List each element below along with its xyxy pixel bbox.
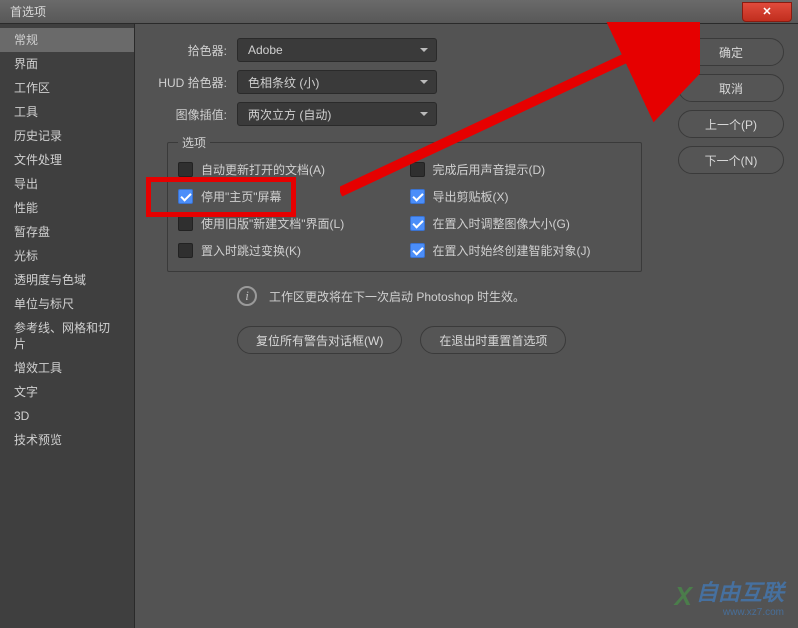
interp-label: 图像插值: (145, 106, 237, 123)
hud-picker-label: HUD 拾色器: (145, 74, 237, 91)
checkbox-label: 在置入时调整图像大小(G) (433, 215, 570, 232)
checkbox[interactable]: 在置入时调整图像大小(G) (410, 215, 632, 232)
titlebar: 首选项 (0, 0, 798, 24)
main: 常规界面工作区工具历史记录文件处理导出性能暂存盘光标透明度与色域单位与标尺参考线… (0, 24, 798, 628)
watermark-text: 自由互联 (696, 580, 784, 605)
sidebar-item[interactable]: 暂存盘 (0, 220, 134, 244)
checkbox-box[interactable] (178, 189, 193, 204)
reset-on-quit-button[interactable]: 在退出时重置首选项 (420, 326, 566, 354)
checkbox-box[interactable] (410, 243, 425, 258)
interp-select[interactable]: 两次立方 (自动) (237, 102, 437, 126)
checkbox[interactable]: 置入时跳过变换(K) (178, 242, 400, 259)
picker-label: 拾色器: (145, 42, 237, 59)
checkbox[interactable]: 使用旧版"新建文档"界面(L) (178, 215, 400, 232)
options-fieldset: 选项 自动更新打开的文档(A) 完成后用声音提示(D) 停用"主页"屏幕 导出剪贴板(… (167, 134, 642, 272)
sidebar-item[interactable]: 文件处理 (0, 148, 134, 172)
checkbox-box[interactable] (178, 162, 193, 177)
sidebar: 常规界面工作区工具历史记录文件处理导出性能暂存盘光标透明度与色域单位与标尺参考线… (0, 24, 135, 628)
checkbox-box[interactable] (410, 216, 425, 231)
checkbox-label: 使用旧版"新建文档"界面(L) (201, 215, 344, 232)
checkbox-label: 停用"主页"屏幕 (201, 188, 282, 205)
sidebar-item[interactable]: 工作区 (0, 76, 134, 100)
sidebar-item[interactable]: 参考线、网格和切片 (0, 316, 134, 356)
content: 拾色器: Adobe HUD 拾色器: 色相条纹 (小) 图像插值: 两次立方 … (135, 24, 678, 628)
checkbox-label: 在置入时始终创建智能对象(J) (433, 242, 591, 259)
sidebar-item[interactable]: 界面 (0, 52, 134, 76)
hud-picker-select[interactable]: 色相条纹 (小) (237, 70, 437, 94)
info-text: 工作区更改将在下一次启动 Photoshop 时生效。 (269, 288, 525, 305)
watermark-sub: www.xz7.com (696, 607, 784, 618)
info-icon: i (237, 286, 257, 306)
reset-warnings-button[interactable]: 复位所有警告对话框(W) (237, 326, 402, 354)
checkbox-box[interactable] (410, 162, 425, 177)
checkbox[interactable]: 停用"主页"屏幕 (178, 188, 400, 205)
checkbox[interactable]: 在置入时始终创建智能对象(J) (410, 242, 632, 259)
checkbox-label: 完成后用声音提示(D) (433, 161, 546, 178)
sidebar-item[interactable]: 增效工具 (0, 356, 134, 380)
checkbox-box[interactable] (178, 243, 193, 258)
sidebar-item[interactable]: 透明度与色域 (0, 268, 134, 292)
sidebar-item[interactable]: 历史记录 (0, 124, 134, 148)
ok-button[interactable]: 确定 (678, 38, 784, 66)
close-button[interactable] (742, 2, 792, 22)
sidebar-item[interactable]: 性能 (0, 196, 134, 220)
sidebar-item[interactable]: 常规 (0, 28, 134, 52)
sidebar-item[interactable]: 技术预览 (0, 428, 134, 452)
checkbox-box[interactable] (410, 189, 425, 204)
options-legend: 选项 (178, 134, 210, 151)
checkbox-label: 自动更新打开的文档(A) (201, 161, 325, 178)
checkbox[interactable]: 自动更新打开的文档(A) (178, 161, 400, 178)
sidebar-item[interactable]: 文字 (0, 380, 134, 404)
checkbox[interactable]: 导出剪贴板(X) (410, 188, 632, 205)
sidebar-item[interactable]: 光标 (0, 244, 134, 268)
sidebar-item[interactable]: 工具 (0, 100, 134, 124)
sidebar-item[interactable]: 单位与标尺 (0, 292, 134, 316)
next-button[interactable]: 下一个(N) (678, 146, 784, 174)
checkbox[interactable]: 完成后用声音提示(D) (410, 161, 632, 178)
checkbox-box[interactable] (178, 216, 193, 231)
watermark-logo-icon: X (675, 581, 692, 612)
window-title: 首选项 (10, 3, 46, 20)
watermark: X 自由互联 www.xz7.com (675, 575, 784, 618)
info-row: i 工作区更改将在下一次启动 Photoshop 时生效。 (237, 286, 668, 306)
picker-select[interactable]: Adobe (237, 38, 437, 62)
cancel-button[interactable]: 取消 (678, 74, 784, 102)
checkbox-label: 置入时跳过变换(K) (201, 242, 301, 259)
prev-button[interactable]: 上一个(P) (678, 110, 784, 138)
sidebar-item[interactable]: 3D (0, 404, 134, 428)
checkbox-label: 导出剪贴板(X) (433, 188, 509, 205)
right-button-column: 确定 取消 上一个(P) 下一个(N) (678, 24, 798, 628)
sidebar-item[interactable]: 导出 (0, 172, 134, 196)
